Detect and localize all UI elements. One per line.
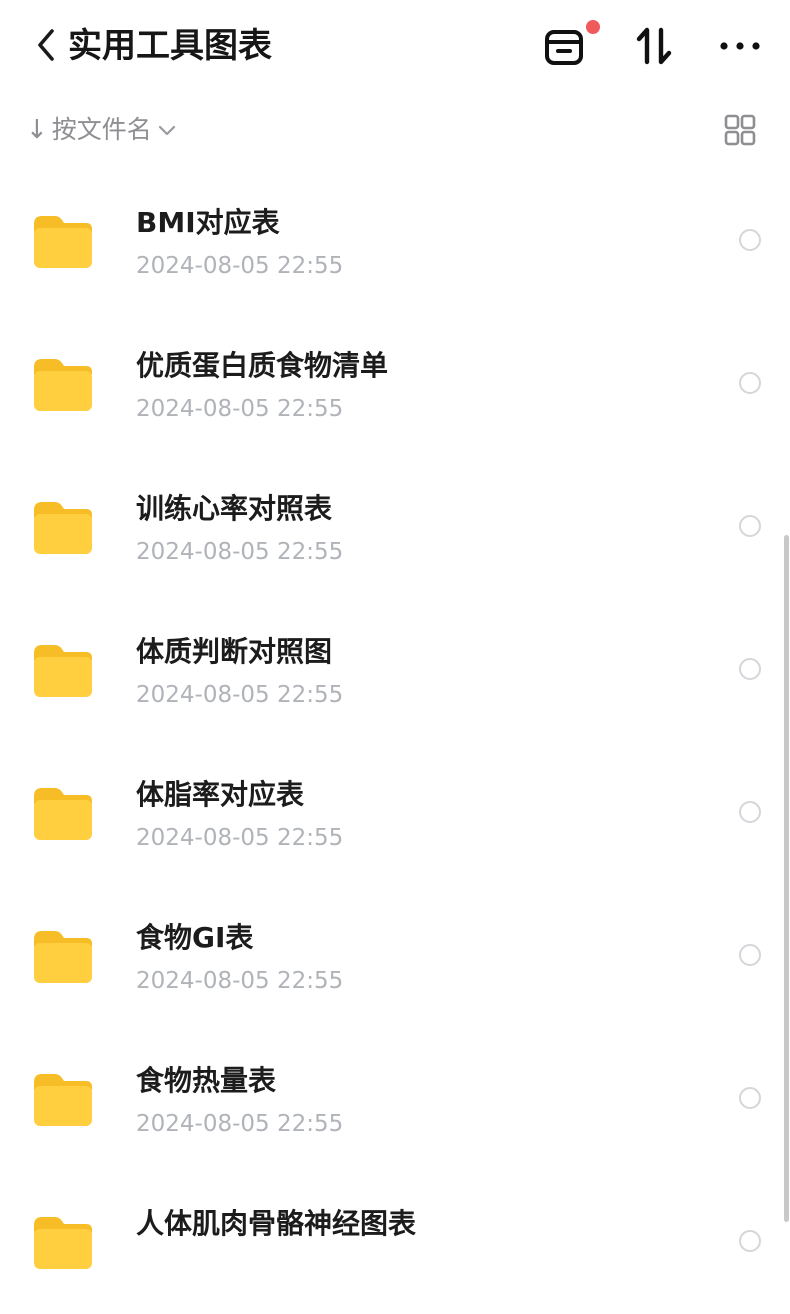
folder-icon — [34, 645, 92, 697]
top-bar: 实用工具图表 — [0, 0, 790, 95]
sort-swap-icon[interactable] — [630, 22, 678, 70]
select-checkbox[interactable] — [739, 1087, 761, 1109]
file-row[interactable]: 训练心率对照表 2024-08-05 22:55 — [0, 456, 790, 599]
select-checkbox[interactable] — [739, 229, 761, 251]
scrollbar[interactable] — [784, 535, 789, 1222]
file-row[interactable]: 人体肌肉骨骼神经图表 — [0, 1171, 790, 1314]
notification-badge — [586, 20, 600, 34]
sort-direction-arrow: ↓ — [26, 115, 48, 145]
select-checkbox[interactable] — [739, 515, 761, 537]
grid-view-icon[interactable] — [722, 112, 758, 148]
file-name: 食物GI表 — [136, 921, 254, 954]
folder-icon — [34, 1217, 92, 1269]
file-name: 训练心率对照表 — [136, 492, 333, 525]
file-row[interactable]: BMI对应表 2024-08-05 22:55 — [0, 170, 790, 313]
file-modified-date: 2024-08-05 22:55 — [136, 396, 344, 422]
transfer-list-icon[interactable] — [541, 22, 589, 70]
folder-icon — [34, 1074, 92, 1126]
folder-icon — [34, 216, 92, 268]
page-title: 实用工具图表 — [68, 26, 272, 66]
folder-icon — [34, 359, 92, 411]
file-modified-date: 2024-08-05 22:55 — [136, 682, 344, 708]
sort-by-name-button[interactable]: ↓ 按文件名 — [26, 110, 178, 150]
file-modified-date: 2024-08-05 22:55 — [136, 1111, 344, 1137]
file-name: BMI对应表 — [136, 206, 280, 239]
file-modified-date: 2024-08-05 22:55 — [136, 968, 344, 994]
file-modified-date: 2024-08-05 22:55 — [136, 825, 344, 851]
file-modified-date: 2024-08-05 22:55 — [136, 253, 344, 279]
folder-icon — [34, 502, 92, 554]
select-checkbox[interactable] — [739, 944, 761, 966]
folder-icon — [34, 931, 92, 983]
sort-bar: ↓ 按文件名 — [0, 100, 790, 160]
file-row[interactable]: 体质判断对照图 2024-08-05 22:55 — [0, 599, 790, 742]
more-icon[interactable] — [716, 22, 764, 70]
file-list: BMI对应表 2024-08-05 22:55 优质蛋白质食物清单 2024-08-0… — [0, 170, 790, 1314]
file-row[interactable]: 体脂率对应表 2024-08-05 22:55 — [0, 742, 790, 885]
select-checkbox[interactable] — [739, 658, 761, 680]
file-row[interactable]: 优质蛋白质食物清单 2024-08-05 22:55 — [0, 313, 790, 456]
file-name: 体质判断对照图 — [136, 635, 333, 668]
chevron-left-icon[interactable] — [30, 22, 64, 68]
select-checkbox[interactable] — [739, 801, 761, 823]
file-modified-date: 2024-08-05 22:55 — [136, 539, 344, 565]
file-name: 食物热量表 — [136, 1064, 277, 1097]
file-name: 体脂率对应表 — [136, 778, 305, 811]
sort-label: 按文件名 — [51, 115, 152, 144]
file-row[interactable]: 食物热量表 2024-08-05 22:55 — [0, 1028, 790, 1171]
folder-icon — [34, 788, 92, 840]
chevron-down-icon — [158, 125, 175, 136]
file-row[interactable]: 食物GI表 2024-08-05 22:55 — [0, 885, 790, 1028]
select-checkbox[interactable] — [739, 1230, 761, 1252]
file-name: 人体肌肉骨骼神经图表 — [136, 1207, 417, 1240]
select-checkbox[interactable] — [739, 372, 761, 394]
file-name: 优质蛋白质食物清单 — [136, 349, 389, 382]
